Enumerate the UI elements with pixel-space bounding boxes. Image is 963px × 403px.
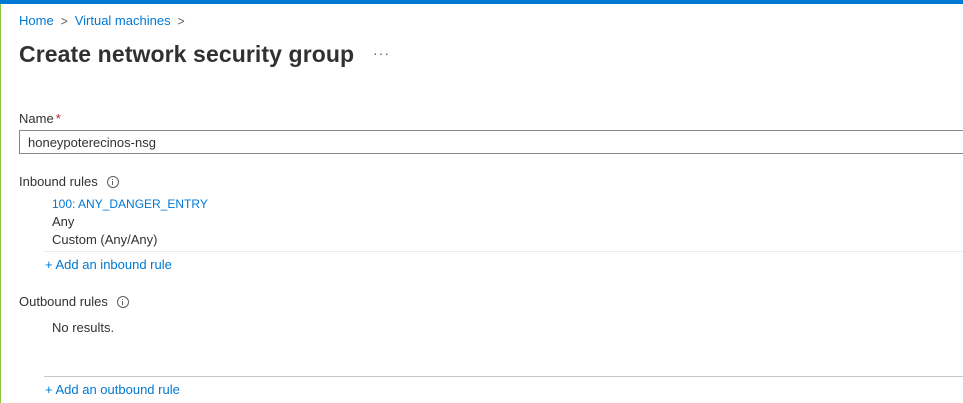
inbound-rules-label: Inbound rules <box>19 174 98 189</box>
inbound-divider <box>44 251 963 252</box>
inbound-rule-destination: Custom (Any/Any) <box>52 232 158 247</box>
outbound-divider <box>44 376 963 377</box>
breadcrumb: Home > Virtual machines > <box>19 13 192 28</box>
name-input[interactable] <box>19 130 963 154</box>
outbound-rules-label: Outbound rules <box>19 294 108 309</box>
inbound-rules-header: Inbound rules <box>19 174 119 189</box>
info-icon[interactable] <box>116 295 129 308</box>
chevron-right-icon: > <box>60 12 68 29</box>
add-outbound-rule-button[interactable]: + Add an outbound rule <box>45 382 180 397</box>
breadcrumb-virtual-machines-link[interactable]: Virtual machines <box>75 13 171 28</box>
inbound-rule-link[interactable]: 100: ANY_DANGER_ENTRY <box>52 197 208 211</box>
more-options-button[interactable]: ··· <box>373 45 390 61</box>
name-label-text: Name <box>19 111 54 126</box>
breadcrumb-home-link[interactable]: Home <box>19 13 54 28</box>
required-asterisk: * <box>55 111 61 126</box>
left-border <box>0 4 1 403</box>
inbound-rule-source: Any <box>52 214 75 229</box>
info-icon[interactable] <box>106 175 119 188</box>
outbound-no-results: No results. <box>52 320 115 335</box>
page-title: Create network security group <box>19 41 355 67</box>
chevron-right-icon: > <box>177 12 185 29</box>
outbound-rules-header: Outbound rules <box>19 294 129 309</box>
top-accent-bar <box>0 0 963 4</box>
name-field-label: Name * <box>19 111 61 126</box>
add-inbound-rule-button[interactable]: + Add an inbound rule <box>45 257 172 272</box>
